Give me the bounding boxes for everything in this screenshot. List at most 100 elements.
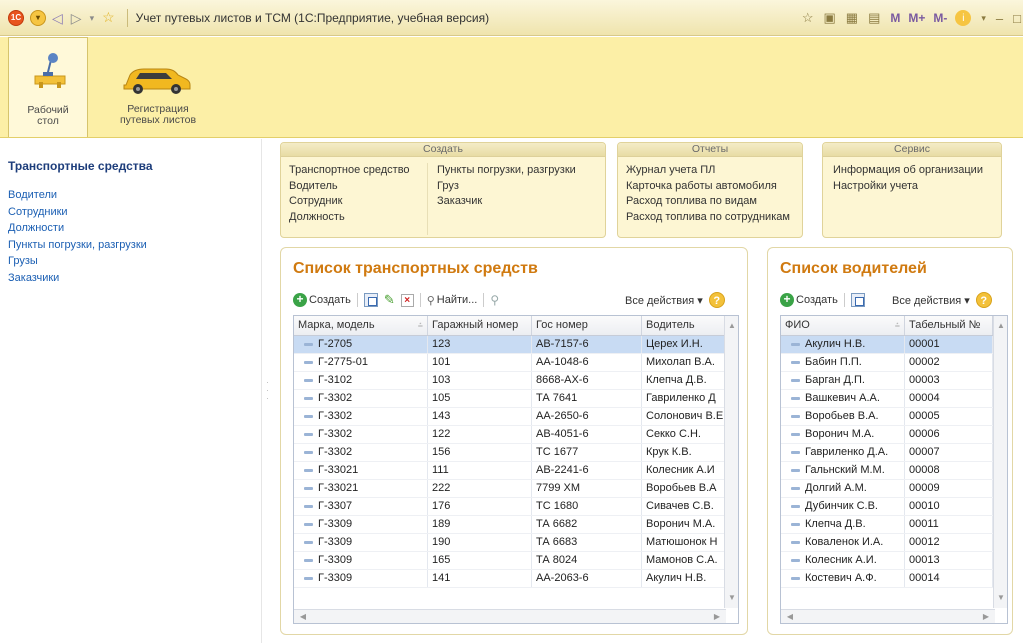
scroll-up-icon[interactable]: ▲: [725, 319, 738, 333]
scroll-left-icon[interactable]: ◀: [296, 610, 310, 623]
table-row[interactable]: Колесник А.И. 00013: [781, 552, 1007, 570]
section-waybills[interactable]: Регистрация путевых листов: [106, 37, 210, 137]
maximize-icon[interactable]: □: [1013, 11, 1021, 26]
calculator-icon[interactable]: ▦: [846, 10, 858, 26]
col-driver[interactable]: Водитель: [642, 316, 726, 335]
table-row[interactable]: Г-33021 222 7799 ХМ Воробьев В.А: [294, 480, 738, 498]
table-row[interactable]: Акулич Н.В. 00001: [781, 336, 1007, 354]
col-garage-number[interactable]: Гаражный номер: [428, 316, 532, 335]
minimize-icon[interactable]: –: [996, 11, 1003, 26]
memory-plus-button[interactable]: M+: [908, 11, 925, 25]
drivers-create-button[interactable]: + Создать: [780, 293, 838, 307]
nav-item-cargo[interactable]: Грузы: [8, 253, 147, 270]
table-row[interactable]: Г-3309 141 АА-2063-6 Акулич Н.В.: [294, 570, 738, 588]
service-org-info[interactable]: Информация об организации: [833, 163, 983, 179]
nav-item-employees[interactable]: Сотрудники: [8, 204, 147, 221]
scroll-up-icon[interactable]: ▲: [994, 319, 1007, 333]
cancel-search-icon[interactable]: ⚲: [490, 293, 499, 307]
create-cargo-link[interactable]: Груз: [437, 179, 576, 195]
vehicles-all-actions[interactable]: Все действия ▾ ?: [625, 290, 725, 310]
table-row[interactable]: Коваленок И.А. 00012: [781, 534, 1007, 552]
nav-item-drivers[interactable]: Водители: [8, 187, 147, 204]
info-dropdown-icon[interactable]: ▾: [981, 13, 986, 24]
table-row[interactable]: Г-3309 165 ТА 8024 Мамонов С.А.: [294, 552, 738, 570]
back-icon[interactable]: ◁: [52, 10, 63, 26]
table-row[interactable]: Гавриленко Д.А. 00007: [781, 444, 1007, 462]
table-row[interactable]: Костевич А.Ф. 00014: [781, 570, 1007, 588]
vehicles-copy-button[interactable]: [363, 293, 378, 307]
table-row[interactable]: Г-3102 103 8668-АХ-6 Клепча Д.В.: [294, 372, 738, 390]
memory-minus-button[interactable]: M-: [933, 11, 947, 25]
drivers-vertical-scrollbar[interactable]: ▲ ▼: [993, 316, 1007, 608]
vehicles-create-button[interactable]: + Создать: [293, 293, 351, 307]
table-row[interactable]: Г-3302 105 ТА 7641 Гавриленко Д: [294, 390, 738, 408]
edit-pencil-icon[interactable]: ✎: [384, 292, 395, 308]
splitter-handle[interactable]: · · ·: [266, 378, 269, 403]
table-row[interactable]: Г-3302 156 ТС 1677 Крук К.В.: [294, 444, 738, 462]
scroll-left-icon[interactable]: ◀: [783, 610, 797, 623]
table-row[interactable]: Долгий А.М. 00009: [781, 480, 1007, 498]
main-menu-icon[interactable]: ▾: [30, 9, 46, 26]
create-loading-point-link[interactable]: Пункты погрузки, разгрузки: [437, 163, 576, 179]
scroll-right-icon[interactable]: ▶: [710, 610, 724, 623]
create-position-link[interactable]: Должность: [289, 210, 410, 226]
nav-item-positions[interactable]: Должности: [8, 220, 147, 237]
drivers-all-actions[interactable]: Все действия ▾ ?: [892, 290, 992, 310]
report-waybill-journal[interactable]: Журнал учета ПЛ: [626, 163, 790, 179]
col-reg-number[interactable]: Гос номер: [532, 316, 642, 335]
section-desktop[interactable]: Рабочий стол: [8, 37, 88, 137]
app-logo-icon[interactable]: 1С: [8, 9, 24, 26]
scroll-down-icon[interactable]: ▼: [725, 591, 738, 605]
table-row[interactable]: Г-2775-01 101 АА-1048-6 Михолап В.А.: [294, 354, 738, 372]
nav-item-customers[interactable]: Заказчики: [8, 270, 147, 287]
memory-m-button[interactable]: M: [890, 11, 900, 25]
table-row[interactable]: Барган Д.П. 00003: [781, 372, 1007, 390]
scroll-down-icon[interactable]: ▼: [994, 591, 1007, 605]
table-row[interactable]: Дубинчик С.В. 00010: [781, 498, 1007, 516]
help-icon[interactable]: ?: [708, 292, 725, 308]
history-icon[interactable]: ▣: [823, 10, 835, 26]
create-employee-link[interactable]: Сотрудник: [289, 194, 410, 210]
table-cell: 141: [428, 570, 532, 587]
service-settings[interactable]: Настройки учета: [833, 179, 983, 195]
table-cell: Матюшонок Н: [642, 534, 726, 551]
create-driver-link[interactable]: Водитель: [289, 179, 410, 195]
create-customer-link[interactable]: Заказчик: [437, 194, 576, 210]
drivers-horizontal-scrollbar[interactable]: ◀ ▶: [781, 609, 995, 623]
favorites-icon[interactable]: ☆: [802, 10, 814, 26]
table-row[interactable]: Г-3309 190 ТА 6683 Матюшонок Н: [294, 534, 738, 552]
vehicles-vertical-scrollbar[interactable]: ▲ ▼: [724, 316, 738, 608]
table-row[interactable]: Г-33021 111 АВ-2241-6 Колесник А.И: [294, 462, 738, 480]
vehicles-delete-button[interactable]: ×: [400, 293, 414, 307]
nav-item-loading-points[interactable]: Пункты погрузки, разгрузки: [8, 237, 147, 254]
table-row[interactable]: Бабин П.П. 00002: [781, 354, 1007, 372]
table-row[interactable]: Гальнский М.М. 00008: [781, 462, 1007, 480]
drivers-copy-button[interactable]: [850, 293, 865, 307]
nav-current-title[interactable]: Транспортные средства: [8, 159, 153, 173]
calendar-icon[interactable]: ▤: [868, 10, 880, 26]
table-row[interactable]: Воронич М.А. 00006: [781, 426, 1007, 444]
table-row[interactable]: Г-3307 176 ТС 1680 Сивачев С.В.: [294, 498, 738, 516]
table-row[interactable]: Клепча Д.В. 00011: [781, 516, 1007, 534]
forward-icon[interactable]: ▷: [71, 10, 82, 26]
report-fuel-by-type[interactable]: Расход топлива по видам: [626, 194, 790, 210]
history-dropdown-icon[interactable]: ▾: [90, 10, 95, 26]
info-icon[interactable]: i: [955, 10, 972, 26]
vehicles-find-button[interactable]: ⚲ Найти...: [427, 294, 478, 307]
table-row[interactable]: Вашкевич А.А. 00004: [781, 390, 1007, 408]
table-row[interactable]: Г-3302 122 АВ-4051-6 Секко С.Н.: [294, 426, 738, 444]
table-row[interactable]: Г-3309 189 ТА 6682 Воронич М.А.: [294, 516, 738, 534]
scroll-right-icon[interactable]: ▶: [979, 610, 993, 623]
table-row[interactable]: Воробьев В.А. 00005: [781, 408, 1007, 426]
report-vehicle-card[interactable]: Карточка работы автомобиля: [626, 179, 790, 195]
vehicles-horizontal-scrollbar[interactable]: ◀ ▶: [294, 609, 726, 623]
create-vehicle-link[interactable]: Транспортное средство: [289, 163, 410, 179]
table-row[interactable]: Г-3302 143 АА-2650-6 Солонович В.Е: [294, 408, 738, 426]
help-icon[interactable]: ?: [975, 292, 992, 308]
col-personnel-number[interactable]: Табельный №: [905, 316, 993, 335]
favorites-star-icon[interactable]: ☆: [102, 9, 115, 26]
report-fuel-by-employee[interactable]: Расход топлива по сотрудникам: [626, 210, 790, 226]
table-row[interactable]: Г-2705 123 АВ-7157-6 Церех И.Н.: [294, 336, 738, 354]
col-model[interactable]: Марка, модель ⩮: [294, 316, 428, 335]
col-full-name[interactable]: ФИО ⩮: [781, 316, 905, 335]
